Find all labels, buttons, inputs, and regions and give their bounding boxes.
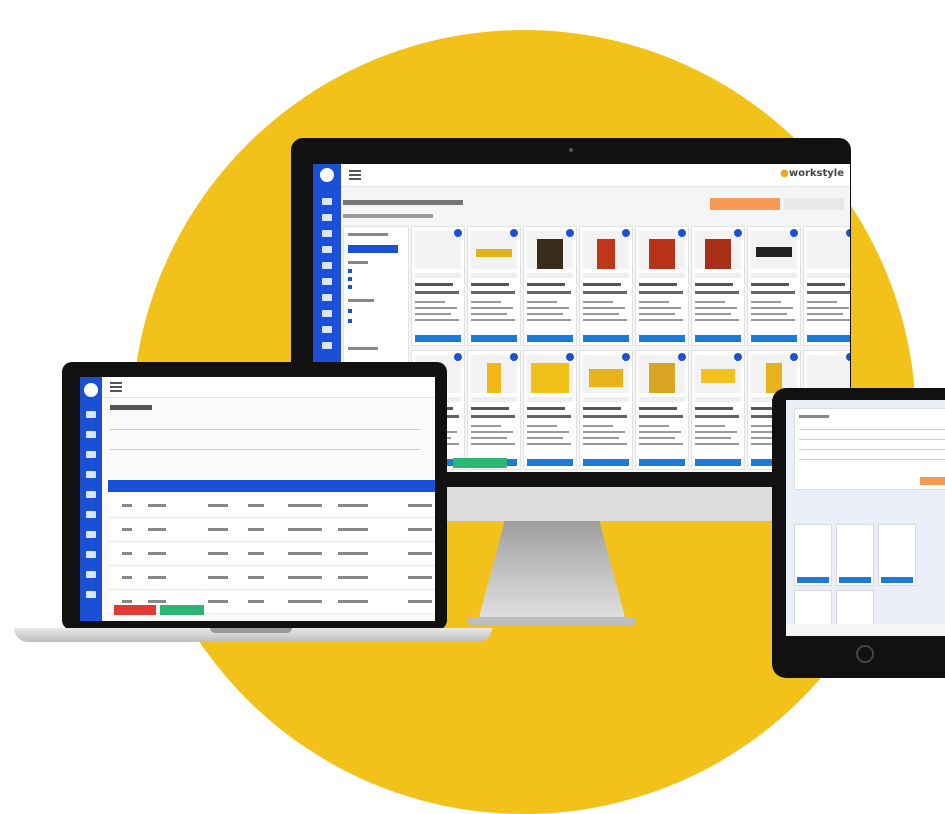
product-card[interactable]: [467, 350, 521, 470]
save-button[interactable]: [160, 605, 204, 615]
brand-logo: ●workstyle: [780, 168, 844, 179]
filter-label: [348, 347, 378, 350]
product-card[interactable]: [467, 226, 521, 346]
laptop-sidebar: [80, 377, 102, 621]
user-icon[interactable]: [86, 591, 96, 598]
settings-icon[interactable]: [86, 551, 96, 558]
filter-selected[interactable]: [348, 245, 398, 253]
folder-icon[interactable]: [322, 262, 332, 269]
report-icon[interactable]: [86, 571, 96, 578]
filter-checkbox[interactable]: [348, 269, 352, 273]
order-button[interactable]: [710, 198, 780, 210]
product-card[interactable]: [794, 524, 832, 586]
modal-row: [799, 459, 945, 460]
modal-row: [799, 439, 945, 440]
product-card[interactable]: [523, 226, 577, 346]
box-icon[interactable]: [322, 246, 332, 253]
product-card[interactable]: [747, 226, 801, 346]
tablet-home-button[interactable]: [856, 645, 874, 663]
hamburger-menu-icon[interactable]: [110, 382, 122, 384]
table-header: [108, 480, 435, 492]
product-card[interactable]: [836, 524, 874, 586]
product-card[interactable]: [579, 350, 633, 470]
confirm-button[interactable]: [920, 477, 945, 485]
chart-icon[interactable]: [86, 511, 96, 518]
product-card[interactable]: [635, 350, 689, 470]
page-title: [110, 405, 152, 410]
filter-checkbox[interactable]: [348, 319, 352, 323]
modal-row: [799, 429, 945, 430]
app-logo-icon[interactable]: [320, 168, 334, 182]
settings-icon[interactable]: [322, 310, 332, 317]
product-card[interactable]: [803, 226, 850, 346]
bottom-action-button[interactable]: [453, 458, 507, 468]
product-card[interactable]: [523, 350, 577, 470]
tablet-bottom-bar: [786, 624, 945, 636]
order-modal[interactable]: [794, 408, 945, 490]
table-row[interactable]: [108, 543, 435, 566]
filter-checkbox[interactable]: [348, 309, 352, 313]
laptop-screen: [80, 377, 435, 621]
monitor-camera: [569, 148, 573, 152]
product-card[interactable]: [691, 226, 745, 346]
sidebar-icon[interactable]: [322, 198, 332, 205]
report-icon[interactable]: [322, 326, 332, 333]
hamburger-menu-icon[interactable]: [349, 170, 361, 172]
trash-icon[interactable]: [322, 294, 332, 301]
monitor-topbar: ●workstyle: [341, 164, 850, 187]
secondary-button[interactable]: [784, 198, 844, 210]
product-card[interactable]: [691, 350, 745, 470]
filter-checkbox[interactable]: [348, 277, 352, 281]
filter-label: [348, 261, 368, 264]
page-subtitle: [343, 214, 433, 218]
breadcrumb: [343, 200, 463, 205]
filter-checkbox[interactable]: [348, 285, 352, 289]
tablet-screen: [786, 400, 945, 636]
sidebar-icon[interactable]: [86, 411, 96, 418]
filter-row[interactable]: [110, 429, 420, 430]
user-icon[interactable]: [322, 342, 332, 349]
product-card[interactable]: [635, 226, 689, 346]
trash-icon[interactable]: [86, 531, 96, 538]
laptop-notch: [210, 628, 292, 633]
chart-icon[interactable]: [322, 278, 332, 285]
filter-heading: [348, 233, 388, 236]
table-row[interactable]: [108, 519, 435, 542]
table-row[interactable]: [108, 567, 435, 590]
list-icon[interactable]: [322, 230, 332, 237]
box-icon[interactable]: [86, 471, 96, 478]
product-card[interactable]: [411, 226, 465, 346]
table-row[interactable]: [108, 495, 435, 518]
app-logo-icon[interactable]: [84, 383, 98, 397]
monitor-base: [468, 617, 636, 625]
list-icon[interactable]: [86, 451, 96, 458]
filter-label: [348, 299, 374, 302]
delete-button[interactable]: [114, 605, 156, 615]
table-row[interactable]: [108, 591, 435, 614]
product-card[interactable]: [878, 524, 916, 586]
product-card[interactable]: [579, 226, 633, 346]
folder-icon[interactable]: [86, 491, 96, 498]
cart-icon[interactable]: [322, 214, 332, 221]
modal-title: [799, 415, 829, 418]
laptop-topbar: [102, 377, 435, 398]
filter-row[interactable]: [110, 449, 420, 450]
modal-row: [799, 449, 945, 450]
cart-icon[interactable]: [86, 431, 96, 438]
